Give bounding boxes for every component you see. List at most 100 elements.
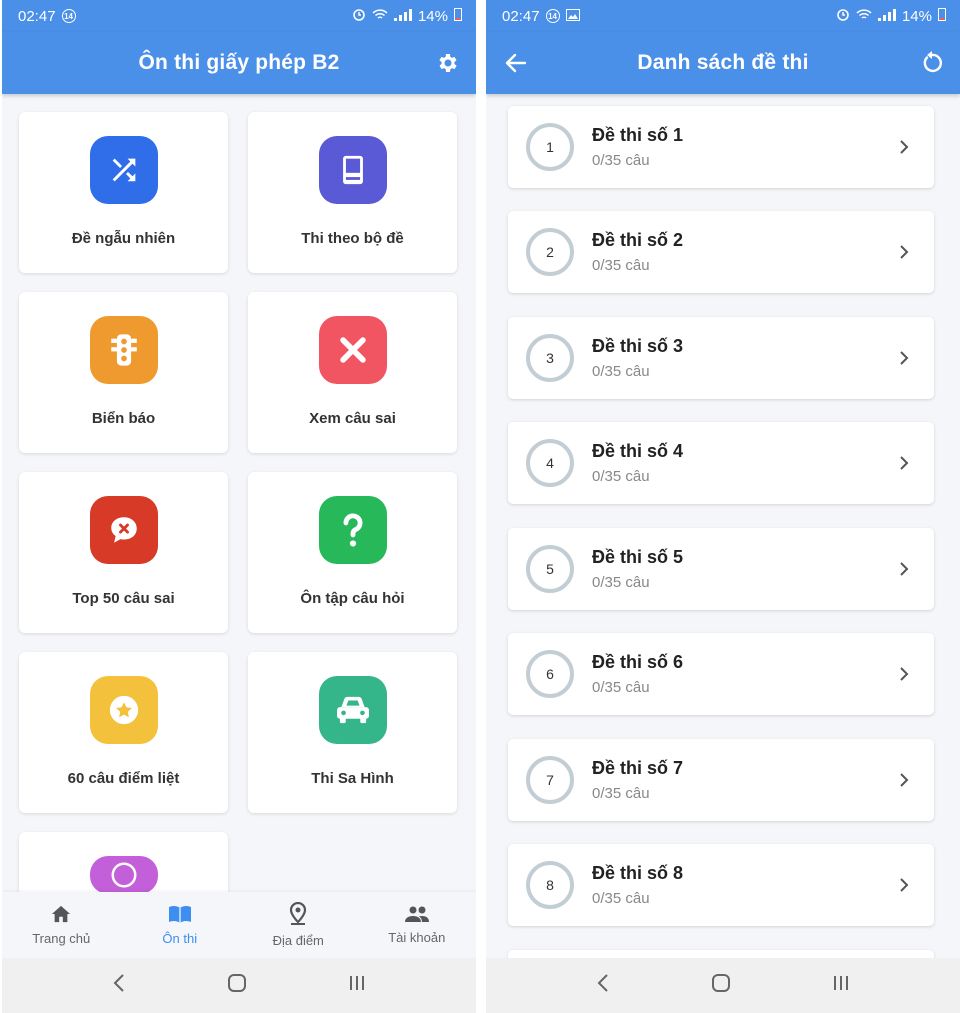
image-icon [565,8,580,25]
status-bar: 02:47 14 14% [486,0,960,32]
tile-top-50-wrong[interactable]: Top 50 câu sai [19,472,228,633]
tile-label: 60 câu điểm liệt [67,770,180,787]
refresh-icon[interactable] [918,49,946,77]
info-icon [89,856,158,894]
exam-number-badge: 5 [526,545,574,593]
back-nav-icon[interactable] [596,973,610,998]
book-open-icon [167,904,193,927]
question-icon [318,496,387,564]
nav-item-account[interactable]: Tài khoản [358,892,477,958]
list-item[interactable]: 6 Đề thi số 6 0/35 câu [508,633,934,715]
tile-label: Top 50 câu sai [72,590,175,607]
book-icon [318,136,387,204]
nav-item-exam[interactable]: Ôn thi [121,892,240,958]
list-item[interactable]: 7 Đề thi số 7 0/35 câu [508,739,934,821]
list-item[interactable]: 3 Đề thi số 3 0/35 câu [508,317,934,399]
recents-nav-icon[interactable] [832,974,850,997]
exam-title: Đề thi số 4 [592,441,684,461]
exam-number-badge: 1 [526,123,574,171]
exam-title: Đề thi số 2 [592,230,684,250]
wifi-icon [372,8,388,25]
nav-label: Ôn thi [162,931,198,946]
app-bar: Ôn thi giấy phép B2 [2,32,476,94]
tile-wrong-answers[interactable]: Xem câu sai [248,292,457,453]
tile-label: Thi theo bộ đề [301,230,404,247]
exam-progress: 0/35 câu [592,890,650,907]
bottom-nav: Trang chủ Ôn thi Địa điểm Tài khoản [2,892,476,958]
exam-progress: 0/35 câu [592,679,650,696]
alarm-icon [836,7,850,25]
tile-label: Đề ngẫu nhiên [71,230,176,247]
home-nav-icon[interactable] [227,973,247,998]
nav-label: Địa điểm [272,933,324,948]
chevron-right-icon [892,240,916,264]
app-bar: Danh sách đề thi [486,32,960,94]
exam-list-screen: 02:47 14 14% Danh sách đề thi 1 Đề thi s… [486,0,960,1013]
exam-progress: 0/35 câu [592,257,650,274]
car-icon [318,676,387,744]
status-time: 02:47 [502,7,540,25]
wifi-icon [856,8,872,25]
exam-title: Đề thi số 5 [592,547,684,567]
list-item[interactable]: 4 Đề thi số 4 0/35 câu [508,422,934,504]
exam-number-badge: 7 [526,756,574,804]
exam-number-badge: 3 [526,334,574,382]
notification-badge-icon: 14 [61,9,76,23]
nav-item-home[interactable]: Trang chủ [2,892,121,958]
list-item[interactable]: 1 Đề thi số 1 0/35 câu [508,106,934,188]
tile-critical-questions[interactable]: 60 câu điểm liệt [19,652,228,813]
page-title: Ôn thi giấy phép B2 [138,51,340,74]
home-nav-icon[interactable] [711,973,731,998]
home-screen: 02:47 14 14% Ôn thi giấy phép B2 Đề ngẫu… [2,0,476,1013]
exam-progress: 0/35 câu [592,785,650,802]
close-icon [318,316,387,384]
exam-progress: 0/35 câu [592,468,650,485]
tile-random-exam[interactable]: Đề ngẫu nhiên [19,112,228,273]
exam-number-badge: 4 [526,439,574,487]
tile-label: Thi Sa Hình [311,770,394,787]
status-time: 02:47 [18,7,56,25]
system-nav-bar [486,958,960,1013]
tile-partial[interactable] [19,832,228,894]
battery-text: 14% [417,7,448,25]
status-bar: 02:47 14 14% [2,0,476,32]
battery-icon [454,7,462,25]
list-item[interactable]: 8 Đề thi số 8 0/35 câu [508,844,934,926]
exam-number-badge: 6 [526,650,574,698]
exam-title: Đề thi số 3 [592,336,684,356]
tile-label: Xem câu sai [309,410,396,427]
chat-error-icon [89,496,158,564]
tile-road-signs[interactable]: Biển báo [19,292,228,453]
star-icon [89,676,158,744]
tile-exam-sets[interactable]: Thi theo bộ đề [248,112,457,273]
tile-label: Biển báo [91,410,156,427]
home-icon [50,904,72,927]
battery-icon [938,7,946,25]
notification-badge-icon: 14 [545,9,560,23]
list-item[interactable]: 2 Đề thi số 2 0/35 câu [508,211,934,293]
nav-item-locations[interactable]: Địa điểm [239,892,358,958]
recents-nav-icon[interactable] [348,974,366,997]
nav-label: Tài khoản [388,930,446,945]
exam-progress: 0/35 câu [592,574,650,591]
page-title: Danh sách đề thi [637,51,809,74]
map-pin-icon [288,901,308,929]
tile-review-questions[interactable]: Ôn tập câu hỏi [248,472,457,633]
list-item-partial [508,950,934,958]
chevron-right-icon [892,873,916,897]
exam-title: Đề thi số 8 [592,863,684,883]
list-item[interactable]: 5 Đề thi số 5 0/35 câu [508,528,934,610]
chevron-right-icon [892,662,916,686]
back-nav-icon[interactable] [112,973,126,998]
gear-icon[interactable] [434,49,462,77]
exam-progress: 0/35 câu [592,152,650,169]
chevron-right-icon [892,346,916,370]
exam-title: Đề thi số 6 [592,652,684,672]
shuffle-icon [89,136,158,204]
nav-label: Trang chủ [32,931,91,946]
system-nav-bar [2,958,476,1013]
chevron-right-icon [892,451,916,475]
tile-driving-test[interactable]: Thi Sa Hình [248,652,457,813]
battery-text: 14% [901,7,932,25]
arrow-left-icon[interactable] [502,49,530,77]
